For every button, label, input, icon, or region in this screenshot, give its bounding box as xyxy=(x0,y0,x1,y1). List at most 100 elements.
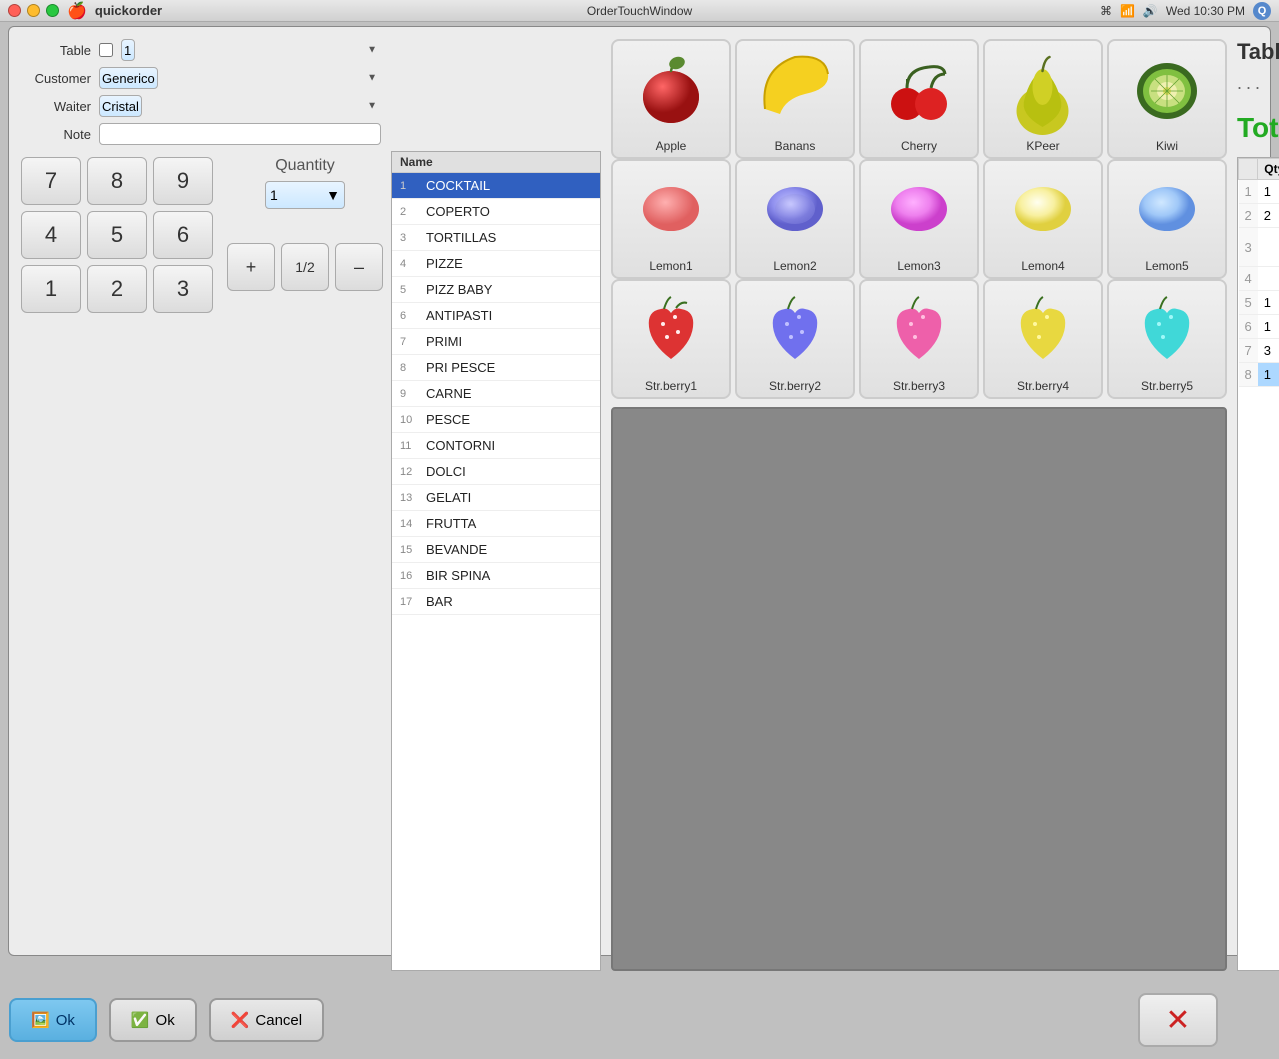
category-item-8[interactable]: 8PRI PESCE xyxy=(392,355,600,381)
close-button[interactable] xyxy=(8,4,21,17)
food-item-kpeer[interactable]: KPeer xyxy=(983,39,1103,159)
cat-num-2: 2 xyxy=(400,206,422,218)
food-item-kiwi[interactable]: Kiwi xyxy=(1107,39,1227,159)
minimize-button[interactable] xyxy=(27,4,40,17)
food-label-lemon1: Lemon1 xyxy=(649,259,692,273)
num-2-button[interactable]: 2 xyxy=(87,265,147,313)
food-item-lemon1[interactable]: Lemon1 xyxy=(611,159,731,279)
bottom-bar: 🖼️ Ok ✅ Ok ❌ Cancel ✕ xyxy=(9,983,1270,1059)
num-3-button[interactable]: 3 xyxy=(153,265,213,313)
num-7-button[interactable]: 7 xyxy=(21,157,81,205)
category-item-4[interactable]: 4 PIZZE xyxy=(392,251,600,277)
order-row-1[interactable]: 2 2 Calzone 5 xyxy=(1239,204,1279,228)
food-icon-pear xyxy=(1006,49,1081,142)
cat-num-4: 4 xyxy=(400,258,422,270)
table-select[interactable]: 1 xyxy=(121,39,135,61)
food-item-lemon2[interactable]: Lemon2 xyxy=(735,159,855,279)
food-label-strawberry4: Str.berry4 xyxy=(1017,379,1069,393)
ok2-icon: ✅ xyxy=(131,1011,150,1029)
waiter-row-form: Waiter Cristal ▼ xyxy=(21,95,381,117)
row-qty-6: 3 xyxy=(1258,339,1279,363)
num-1-button[interactable]: 1 xyxy=(21,265,81,313)
category-item-10[interactable]: 10PESCE xyxy=(392,407,600,433)
volume-icon: 🔊 xyxy=(1143,4,1158,18)
num-4-button[interactable]: 4 xyxy=(21,211,81,259)
food-item-lemon3[interactable]: Lemon3 xyxy=(859,159,979,279)
food-item-apple[interactable]: Apple xyxy=(611,39,731,159)
ok1-button[interactable]: 🖼️ Ok xyxy=(9,998,97,1042)
category-item-14[interactable]: 14FRUTTA xyxy=(392,511,600,537)
category-item-12[interactable]: 12 DOLCI xyxy=(392,459,600,485)
food-item-banans[interactable]: Banans xyxy=(735,39,855,159)
order-panel: Table: 1 ... Tot. 33.0 Qty Recipe Price xyxy=(1237,39,1279,971)
order-row-6[interactable]: 7 3 Cherry 2 xyxy=(1239,339,1279,363)
order-row-7[interactable]: 8 1 kiwi1 1.5 xyxy=(1239,363,1279,387)
cat-label-4: PIZZE xyxy=(426,256,463,271)
num-5-button[interactable]: 5 xyxy=(87,211,147,259)
ok2-button[interactable]: ✅ Ok xyxy=(109,998,197,1042)
food-item-str_berry1[interactable]: Str.berry1 xyxy=(611,279,731,399)
cat-num-7: 7 xyxy=(400,336,422,348)
plus-button[interactable]: + xyxy=(227,243,275,291)
food-item-str_berry5[interactable]: Str.berry5 xyxy=(1107,279,1227,399)
row-qty-4: 1 xyxy=(1258,291,1279,315)
order-row-3[interactable]: 4 + Cotto 0.5 xyxy=(1239,267,1279,291)
minus-button[interactable]: – xyxy=(335,243,383,291)
num-9-button[interactable]: 9 xyxy=(153,157,213,205)
food-icon-lemon1 xyxy=(631,169,711,247)
category-item-1[interactable]: 1COCKTAIL xyxy=(392,173,600,199)
quantity-dropdown-icon[interactable]: ▼ xyxy=(326,187,340,203)
category-item-9[interactable]: 9CARNE xyxy=(392,381,600,407)
category-item-6[interactable]: 6ANTIPASTI xyxy=(392,303,600,329)
customer-select-arrow: ▼ xyxy=(367,73,377,84)
category-item-13[interactable]: 13GELATI xyxy=(392,485,600,511)
cancel-button[interactable]: ❌ Cancel xyxy=(209,998,324,1042)
cat-num-12: 12 xyxy=(400,466,422,478)
food-item-cherry[interactable]: Cherry xyxy=(859,39,979,159)
category-item-7[interactable]: 7PRIMI xyxy=(392,329,600,355)
wifi-icon: 📶 xyxy=(1120,4,1135,18)
waiter-select[interactable]: Cristal xyxy=(99,95,142,117)
order-row-2[interactable]: 3 - Mozzarella 0 xyxy=(1239,228,1279,267)
half-button[interactable]: 1/2 xyxy=(281,243,329,291)
big-x-icon: ✕ xyxy=(1165,1003,1190,1038)
user-icon: Q xyxy=(1253,2,1271,20)
category-item-5[interactable]: 5PIZZ BABY xyxy=(392,277,600,303)
category-panel: Name 1COCKTAIL2COPERTO3TORTILLAS4PIZZE5P… xyxy=(391,151,601,971)
cat-label-12: DOLCI xyxy=(426,464,466,479)
category-item-3[interactable]: 3TORTILLAS xyxy=(392,225,600,251)
row-qty-0: 1 xyxy=(1258,180,1279,204)
maximize-button[interactable] xyxy=(46,4,59,17)
food-item-str_berry2[interactable]: Str.berry2 xyxy=(735,279,855,399)
food-item-lemon5[interactable]: Lemon5 xyxy=(1107,159,1227,279)
num-6-button[interactable]: 6 xyxy=(153,211,213,259)
quantity-value: 1 xyxy=(270,187,278,203)
row-qty-3 xyxy=(1258,267,1279,291)
num-8-button[interactable]: 8 xyxy=(87,157,147,205)
row-num-7: 8 xyxy=(1239,363,1258,387)
food-item-str_berry3[interactable]: Str.berry3 xyxy=(859,279,979,399)
customer-select[interactable]: Generico xyxy=(99,67,158,89)
food-item-str_berry4[interactable]: Str.berry4 xyxy=(983,279,1103,399)
waiter-label: Waiter xyxy=(21,99,91,114)
order-row-5[interactable]: 6 1 Str.berry2 1 xyxy=(1239,315,1279,339)
order-row-0[interactable]: 1 1 Americana 5 xyxy=(1239,180,1279,204)
order-row-4[interactable]: 5 1 Biagio 8.5 xyxy=(1239,291,1279,315)
form-panel: Table 1 ▼ Customer Generico xyxy=(21,39,381,145)
cat-num-17: 17 xyxy=(400,596,422,608)
food-item-lemon4[interactable]: Lemon4 xyxy=(983,159,1103,279)
note-input[interactable] xyxy=(99,123,381,145)
category-item-16[interactable]: 16BIR SPINA xyxy=(392,563,600,589)
row-qty-5: 1 xyxy=(1258,315,1279,339)
category-item-2[interactable]: 2COPERTO xyxy=(392,199,600,225)
table-checkbox[interactable] xyxy=(99,43,113,57)
category-item-11[interactable]: 11CONTORNI xyxy=(392,433,600,459)
col-rownum-header xyxy=(1239,159,1258,180)
food-label-pear: KPeer xyxy=(1026,139,1059,153)
big-cancel-button[interactable]: ✕ xyxy=(1138,993,1218,1047)
food-icon-cherry xyxy=(879,49,959,132)
category-item-17[interactable]: 17BAR xyxy=(392,589,600,615)
cat-label-16: BIR SPINA xyxy=(426,568,490,583)
cat-num-15: 15 xyxy=(400,544,422,556)
category-item-15[interactable]: 15BEVANDE xyxy=(392,537,600,563)
